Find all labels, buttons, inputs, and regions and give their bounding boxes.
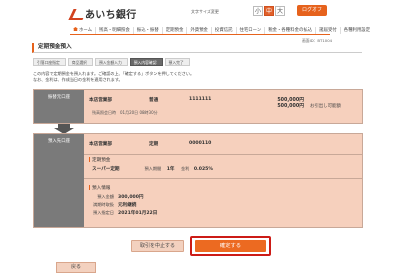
nav-item-housing-loan[interactable]: 住宅ローン	[237, 26, 266, 34]
product-heading: 定期預金	[89, 157, 110, 163]
maturity-label: 満期時取扱	[93, 202, 114, 207]
step-confirm: 預入内容確認	[129, 58, 163, 66]
deposit-date-label: 預入指定日	[93, 210, 114, 215]
deposit-info-heading: 預入情報	[89, 185, 110, 191]
nav-item-home[interactable]: ホーム	[70, 26, 97, 34]
logout-button[interactable]: ログオフ	[297, 5, 327, 16]
bank-name: あいち銀行	[85, 10, 137, 21]
product-name: スーパー定期	[92, 167, 120, 172]
step-product: 商品選択	[67, 58, 93, 66]
deposit-date-row: 預入指定日 2021年01月22日	[82, 210, 157, 216]
font-size-small-button[interactable]: 小	[253, 6, 263, 16]
term-value: 1年	[166, 167, 175, 172]
progress-steps: 引落口座指定 商品選択 預入金額入力 預入内容確認 預入完了	[33, 58, 190, 66]
withdrawal-account-block: 振替元口座 本店営業部 普通 1111111 500,000円 500,000円…	[33, 89, 363, 124]
rate-label: 金利	[180, 166, 190, 171]
deposit-date-value: 2021年01月22日	[118, 211, 158, 216]
nav-item-settings[interactable]: 各種利用設定	[341, 27, 373, 34]
nav-item-time-deposit[interactable]: 定期預金	[163, 26, 188, 34]
deposit-amount-label: 預入金額	[97, 194, 114, 199]
product-row: スーパー定期 預入期間 1年 金利 0.025%	[92, 166, 213, 172]
deposit-branch: 本店営業部	[89, 142, 112, 147]
confirm-button-highlight: 確定する	[190, 236, 271, 256]
home-icon	[73, 27, 78, 31]
intro-text: この内容で定期預金を預入れます。ご確認の上、「確定する」ボタンを押してください。…	[33, 71, 195, 82]
maturity-row: 満期時取扱 元利継続	[82, 202, 136, 208]
balance-timestamp: 残高照会日時 01月20日 08時30分	[92, 110, 158, 115]
withdrawal-balance: 500,000円	[277, 104, 304, 109]
nav-item-tax-payment[interactable]: 税金・各種料金の払込	[265, 26, 317, 34]
step-amount: 預入金額入力	[94, 58, 128, 66]
nav-item-foreign-deposit[interactable]: 外貨預金	[187, 26, 212, 34]
font-size-large-button[interactable]: 大	[275, 6, 285, 16]
term-label: 預入期間	[144, 166, 162, 171]
deposit-amount-value: 300,000円	[118, 195, 144, 200]
withdrawal-branch: 本店営業部	[89, 98, 112, 103]
confirm-button[interactable]: 確定する	[195, 240, 266, 252]
cancel-transaction-button[interactable]: 取引を中止する	[131, 240, 184, 252]
bank-logo-icon	[71, 8, 82, 19]
main-nav: ホーム 残高・明細照会 振込・振替 定期預金 外貨預金 投資信託 住宅ローン 税…	[70, 26, 370, 35]
deposit-number: 0000110	[189, 141, 212, 146]
nav-item-investment[interactable]: 投資信託	[212, 26, 237, 34]
rate-value: 0.025%	[193, 167, 213, 172]
step-complete: 預入完了	[164, 58, 190, 66]
withdrawal-balance-note: お引出し可能額	[310, 104, 341, 109]
page-title: 定期預金預入	[32, 43, 362, 53]
withdrawal-label: 振替元口座	[34, 90, 84, 123]
withdrawal-type: 普通	[149, 98, 159, 103]
bank-logo[interactable]: あいち銀行	[71, 6, 137, 21]
maturity-value: 元利継続	[118, 203, 137, 208]
withdrawal-number: 1111111	[189, 97, 212, 102]
nav-item-notifications[interactable]: 諸届受付	[316, 26, 341, 34]
deposit-amount-row: 預入金額 300,000円	[82, 194, 144, 200]
nav-item-balance[interactable]: 残高・明細照会	[96, 26, 134, 34]
nav-item-transfer[interactable]: 振込・振替	[134, 26, 163, 34]
deposit-account-block: 預入先口座 本店営業部 定期 0000110 定期預金 スーパー定期 預入期間 …	[33, 133, 363, 228]
font-size-label: 文字サイズ変更	[191, 9, 219, 14]
step-account: 引落口座指定	[33, 58, 66, 66]
deposit-type: 定期	[149, 142, 159, 147]
font-size-medium-button[interactable]: 中	[264, 6, 274, 16]
deposit-label: 預入先口座	[34, 134, 84, 227]
back-button[interactable]: 戻る	[56, 262, 96, 273]
